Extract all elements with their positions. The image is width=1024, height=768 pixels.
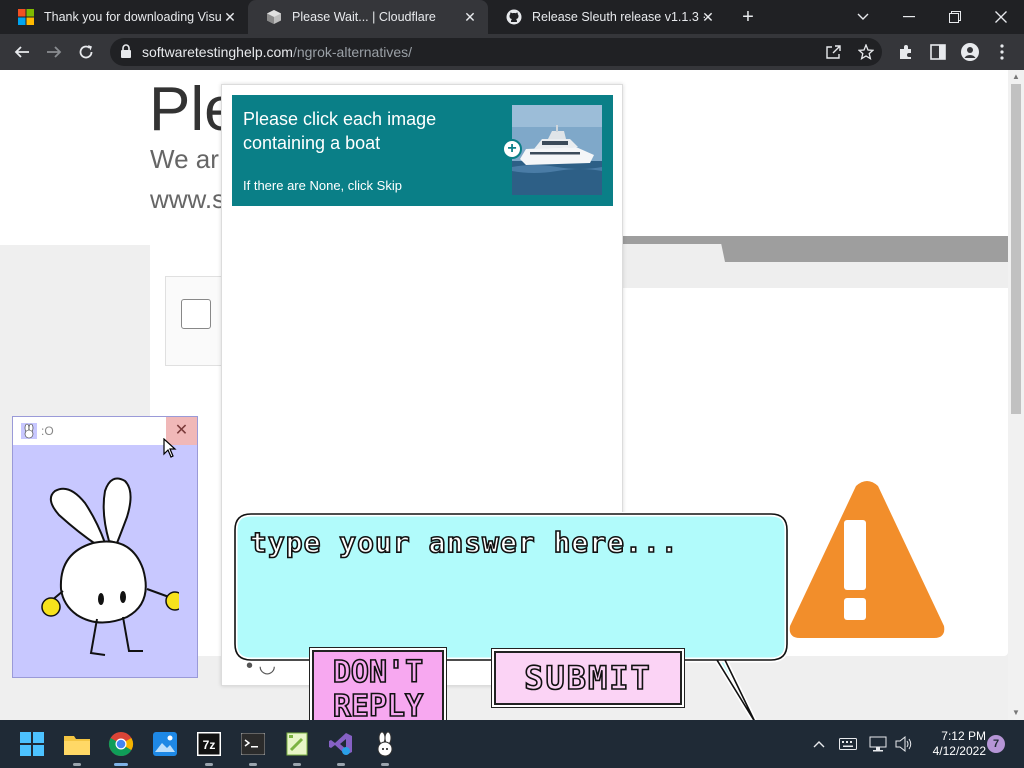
volume-speaker-icon[interactable] bbox=[892, 720, 916, 768]
share-icon[interactable] bbox=[826, 45, 842, 59]
profile-avatar-icon[interactable] bbox=[958, 40, 982, 64]
photos-app-icon[interactable] bbox=[151, 730, 179, 758]
tab-cloudflare[interactable]: Please Wait... | Cloudflare ✕ bbox=[248, 0, 488, 34]
mouse-cursor-icon bbox=[163, 438, 177, 458]
notification-count-badge[interactable]: 7 bbox=[987, 735, 1005, 753]
browser-toolbar: softwaretestinghelp.com/ngrok-alternativ… bbox=[0, 34, 1024, 70]
terminal-icon[interactable] bbox=[239, 730, 267, 766]
warning-triangle-icon bbox=[789, 481, 945, 638]
bunny-character-image bbox=[41, 477, 179, 656]
file-explorer-icon[interactable] bbox=[63, 730, 91, 766]
screen: Thank you for downloading Visu ✕ Please … bbox=[0, 0, 1024, 768]
pet-window-title: :O bbox=[41, 424, 54, 438]
captcha-skip-hint: If there are None, click Skip bbox=[243, 178, 402, 193]
card-subheader bbox=[600, 262, 1008, 288]
scroll-down-arrow-icon[interactable]: ▼ bbox=[1011, 708, 1021, 718]
github-icon bbox=[506, 9, 522, 25]
bunny-app-icon bbox=[21, 423, 37, 439]
close-window-icon[interactable] bbox=[978, 0, 1024, 34]
scroll-up-arrow-icon[interactable]: ▲ bbox=[1011, 72, 1021, 82]
dont-reply-button[interactable]: DON'T REPLY bbox=[312, 650, 444, 730]
clock-time: 7:12 PM bbox=[941, 729, 986, 743]
page-site-name: www.s bbox=[150, 184, 226, 214]
restore-window-icon[interactable] bbox=[932, 0, 978, 34]
submit-button[interactable]: SUBMIT bbox=[494, 651, 682, 705]
more-menu-icon[interactable] bbox=[990, 40, 1014, 64]
side-panel-icon[interactable] bbox=[926, 40, 950, 64]
cloudflare-box-icon bbox=[267, 10, 281, 24]
answer-input[interactable]: type your answer here... bbox=[249, 525, 679, 560]
tab-search-chevron-icon[interactable] bbox=[840, 0, 886, 34]
microsoft-logo-icon bbox=[18, 9, 34, 25]
minimize-window-icon[interactable] bbox=[886, 0, 932, 34]
start-windows-icon[interactable] bbox=[18, 730, 46, 758]
bookmark-star-icon[interactable] bbox=[858, 44, 874, 60]
network-icon[interactable] bbox=[866, 720, 890, 768]
tab-title: Please Wait... | Cloudflare bbox=[292, 10, 436, 24]
captcha-prompt: Please click each image containing a boa… bbox=[243, 109, 437, 153]
scrollbar-thumb[interactable] bbox=[1011, 84, 1021, 414]
close-tab-icon[interactable]: ✕ bbox=[222, 9, 238, 25]
reload-icon[interactable] bbox=[74, 40, 98, 64]
extensions-puzzle-icon[interactable] bbox=[894, 40, 918, 64]
7zip-icon[interactable]: 7z bbox=[195, 730, 223, 766]
new-tab-button[interactable]: + bbox=[736, 6, 760, 28]
back-arrow-icon[interactable] bbox=[10, 40, 34, 64]
keyboard-icon[interactable] bbox=[836, 720, 860, 768]
page-scrollbar[interactable]: ▲ ▼ bbox=[1008, 70, 1024, 720]
page-subtitle: We ar bbox=[150, 144, 219, 174]
svg-text:7z: 7z bbox=[203, 738, 216, 752]
visual-studio-installer-icon[interactable] bbox=[327, 730, 355, 766]
chrome-icon[interactable] bbox=[107, 730, 135, 766]
tab-release-sleuth[interactable]: Release Sleuth release v1.1.3 · Un ✕ bbox=[488, 0, 726, 34]
human-checkbox[interactable] bbox=[181, 299, 211, 329]
tab-title: Release Sleuth release v1.1.3 · Un bbox=[532, 10, 710, 24]
close-tab-icon[interactable]: ✕ bbox=[700, 9, 716, 25]
captcha-header: Please click each image containing a boa… bbox=[232, 95, 613, 206]
clock-date: 4/12/2022 bbox=[932, 744, 986, 758]
url-text: softwaretestinghelp.com/ngrok-alternativ… bbox=[142, 44, 413, 60]
taskbar-clock[interactable]: 7:12 PM 4/12/2022 bbox=[922, 729, 986, 759]
browser-tab-bar: Thank you for downloading Visu ✕ Please … bbox=[0, 0, 1024, 34]
bunny-pet-taskbar-icon[interactable] bbox=[371, 730, 399, 766]
tab-download-visual-studio[interactable]: Thank you for downloading Visu ✕ bbox=[0, 0, 248, 34]
notepad-plus-icon[interactable] bbox=[283, 730, 311, 766]
forward-arrow-icon[interactable] bbox=[42, 40, 66, 64]
lock-icon[interactable] bbox=[120, 44, 132, 58]
close-tab-icon[interactable]: ✕ bbox=[462, 9, 478, 25]
address-bar[interactable]: softwaretestinghelp.com/ngrok-alternativ… bbox=[110, 38, 882, 66]
windows-taskbar: 7z 7:12 PM 4/12/2022 bbox=[0, 720, 1024, 768]
expand-image-plus-icon[interactable]: + bbox=[502, 139, 522, 159]
captcha-example-boat-image bbox=[512, 105, 602, 195]
show-hidden-icons-chevron-icon[interactable] bbox=[806, 720, 832, 768]
tab-title: Thank you for downloading Visu bbox=[44, 10, 222, 24]
